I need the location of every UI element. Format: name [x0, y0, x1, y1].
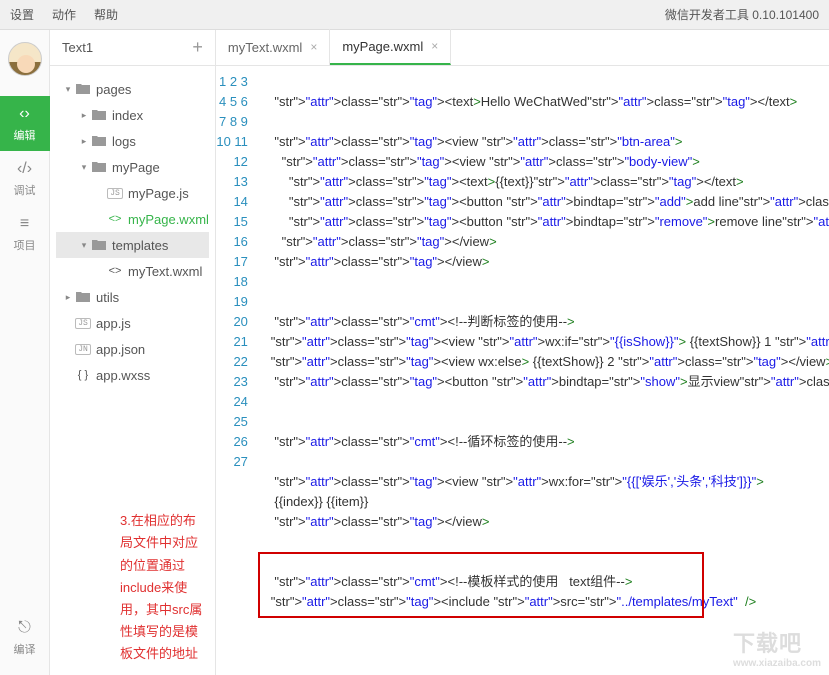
nav-debug[interactable]: ‹/› 调试: [0, 151, 50, 206]
nav-label: 调试: [14, 182, 36, 198]
app-title: 微信开发者工具 0.10.101400: [665, 6, 819, 23]
wxml-file-icon: <>: [106, 265, 124, 277]
nav-label: 编译: [14, 641, 36, 657]
debug-icon: ‹/›: [17, 160, 32, 178]
line-gutter: 1 2 3 4 5 6 7 8 9 10 11 12 13 14 15 16 1…: [216, 66, 256, 675]
close-icon[interactable]: ×: [310, 40, 317, 54]
file-mypage-js[interactable]: JSmyPage.js: [56, 180, 209, 206]
js-file-icon: JS: [106, 188, 124, 199]
nav-label: 项目: [14, 237, 36, 253]
file-app-json[interactable]: JNapp.json: [56, 336, 209, 362]
file-app-wxss[interactable]: { }app.wxss: [56, 362, 209, 388]
folder-index[interactable]: ▸index: [56, 102, 209, 128]
js-file-icon: JS: [74, 318, 92, 329]
folder-icon: [90, 161, 108, 173]
menu-help[interactable]: 帮助: [94, 6, 118, 23]
nav-compile[interactable]: ⎋ 编译: [0, 610, 50, 665]
nav-edit[interactable]: ‹› 编辑: [0, 96, 50, 151]
menu-settings[interactable]: 设置: [10, 6, 34, 23]
folder-mypage[interactable]: ▾myPage: [56, 154, 209, 180]
folder-logs[interactable]: ▸logs: [56, 128, 209, 154]
add-file-button[interactable]: +: [192, 37, 203, 58]
nav-label: 编辑: [14, 127, 36, 143]
wxss-file-icon: { }: [74, 369, 92, 381]
highlight-box: [258, 552, 704, 618]
folder-pages[interactable]: ▾pages: [56, 76, 209, 102]
folder-templates[interactable]: ▾templates: [56, 232, 209, 258]
close-icon[interactable]: ×: [431, 39, 438, 53]
list-icon: ≡: [20, 215, 29, 233]
editor-area: myText.wxml× myPage.wxml× 1 2 3 4 5 6 7 …: [216, 30, 829, 675]
nav-project[interactable]: ≡ 项目: [0, 206, 50, 261]
code-icon: ‹›: [19, 105, 30, 123]
menu-actions[interactable]: 动作: [52, 6, 76, 23]
file-mypage-wxml[interactable]: <>myPage.wxml: [56, 206, 209, 232]
compile-icon: ⎋: [18, 619, 31, 637]
menubar: 设置 动作 帮助 微信开发者工具 0.10.101400: [0, 0, 829, 30]
folder-icon: [90, 239, 108, 251]
editor-tabs: myText.wxml× myPage.wxml×: [216, 30, 829, 66]
file-mytext-wxml[interactable]: <>myText.wxml: [56, 258, 209, 284]
file-app-js[interactable]: JSapp.js: [56, 310, 209, 336]
activity-bar: ‹› 编辑 ‹/› 调试 ≡ 项目 ⎋ 编译: [0, 30, 50, 675]
wxml-file-icon: <>: [106, 213, 124, 225]
folder-icon: [74, 83, 92, 95]
file-explorer: Text1 + ▾pages ▸index ▸logs ▾myPage JSmy…: [50, 30, 216, 675]
json-file-icon: JN: [74, 344, 92, 355]
folder-icon: [74, 291, 92, 303]
file-tree: ▾pages ▸index ▸logs ▾myPage JSmyPage.js …: [50, 66, 215, 504]
explorer-header: Text1 +: [50, 30, 215, 66]
folder-utils[interactable]: ▸utils: [56, 284, 209, 310]
tab-mytext[interactable]: myText.wxml×: [216, 29, 330, 65]
folder-icon: [90, 109, 108, 121]
avatar[interactable]: [8, 42, 42, 76]
code-body[interactable]: "str">"attr">class="str">"tag"><text>Hel…: [256, 66, 829, 675]
folder-icon: [90, 135, 108, 147]
tab-mypage[interactable]: myPage.wxml×: [330, 29, 451, 65]
code-editor[interactable]: 1 2 3 4 5 6 7 8 9 10 11 12 13 14 15 16 1…: [216, 66, 829, 675]
project-title: Text1: [62, 40, 93, 55]
annotation-text: 3.在相应的布局文件中对应的位置通过include来使用，其中src属性填写的是…: [50, 504, 215, 675]
